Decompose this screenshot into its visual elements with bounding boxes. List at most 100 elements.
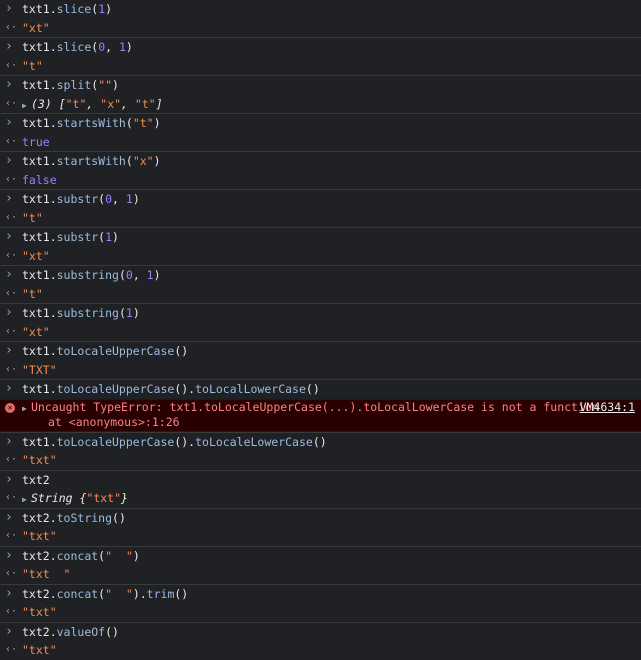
code-token: (). bbox=[174, 382, 196, 396]
console-input-line: › txt2.concat(" ") bbox=[0, 547, 641, 566]
code-token: 1 bbox=[125, 192, 133, 206]
code-token: ) bbox=[112, 230, 119, 244]
code-token: toLocaleUpperCase bbox=[56, 382, 175, 396]
expand-triangle-icon[interactable]: ▶ bbox=[22, 491, 31, 508]
code-token: txt1. bbox=[22, 344, 57, 358]
code-token: txt2 bbox=[22, 472, 50, 487]
code-token: ( bbox=[125, 116, 133, 130]
prompt-chevron-icon: › bbox=[5, 115, 13, 130]
prompt-chevron-icon: › bbox=[5, 381, 13, 396]
console-input-line: › txt1.toLocaleUpperCase().toLocalLowerCa… bbox=[0, 380, 641, 399]
error-stack-text: at <anonymous>:1:26 bbox=[48, 415, 180, 429]
code-token: "txt" bbox=[22, 643, 57, 657]
code-token: 1 bbox=[146, 268, 154, 282]
code-token: (). bbox=[174, 434, 196, 449]
error-source-link[interactable]: VM4634:1 bbox=[580, 400, 635, 416]
code-token: 1 bbox=[125, 306, 133, 320]
prompt-chevron-icon: › bbox=[5, 433, 13, 449]
code-token: startsWith bbox=[56, 116, 126, 130]
code-token: ( bbox=[118, 306, 126, 320]
code-token: , bbox=[105, 40, 119, 54]
code-token: "xt" bbox=[22, 20, 50, 35]
error-message-line: ✕ ▶ Uncaught TypeError: txt1.toLocaleUpper… bbox=[0, 400, 641, 416]
code-token: "x" bbox=[100, 96, 122, 111]
prompt-chevron-icon: › bbox=[5, 1, 13, 16]
result-arrow-icon: ‹· bbox=[5, 325, 18, 337]
prompt-chevron-icon: › bbox=[5, 153, 13, 168]
result-arrow-icon: ‹· bbox=[5, 644, 18, 655]
result-arrow-icon: ‹· bbox=[5, 568, 18, 579]
code-token: substring bbox=[56, 306, 119, 320]
code-token: "t" bbox=[65, 96, 87, 111]
code-token: "xt" bbox=[22, 324, 50, 339]
code-token: slice bbox=[56, 40, 92, 54]
result-arrow-icon: ‹· bbox=[5, 59, 18, 71]
console-result-line: ‹· "xt" bbox=[0, 19, 641, 38]
console-result-line: ‹· "xt" bbox=[0, 323, 641, 342]
code-token: 0 bbox=[125, 268, 133, 282]
code-token: (3) [ bbox=[31, 96, 66, 111]
error-stack-line: at <anonymous>:1:26 bbox=[0, 415, 641, 431]
console-result-line: ‹· false bbox=[0, 171, 641, 190]
result-arrow-icon: ‹· bbox=[5, 135, 18, 147]
error-circle-icon: ✕ bbox=[5, 402, 15, 413]
code-token: , bbox=[86, 96, 101, 111]
code-token: toLocaleUpperCase bbox=[56, 434, 175, 449]
console-entry: › txt1.slice(1) ‹· "xt" bbox=[0, 0, 641, 37]
prompt-chevron-icon: › bbox=[5, 623, 13, 639]
console-input-line: › txt1.substr(1) bbox=[0, 228, 641, 247]
code-token: "t" bbox=[22, 210, 43, 225]
code-token: , bbox=[132, 268, 147, 282]
code-token: txt1. bbox=[22, 116, 57, 130]
code-token: txt2. bbox=[22, 548, 57, 563]
console-entry: › txt1.toLocaleUpperCase().toLocaleLowerC… bbox=[0, 431, 641, 470]
console-entry: › txt2.concat(" ").trim() ‹· "txt" bbox=[0, 583, 641, 622]
expand-triangle-icon[interactable]: ▶ bbox=[22, 97, 31, 114]
console-entry: › txt1.startsWith("x") ‹· false bbox=[0, 151, 641, 189]
code-token: " " bbox=[105, 548, 133, 563]
prompt-chevron-icon: › bbox=[5, 39, 13, 54]
code-token: substr bbox=[56, 192, 99, 206]
prompt-chevron-icon: › bbox=[5, 229, 13, 244]
console-result-line: ‹· "txt " bbox=[0, 565, 641, 584]
code-token: toLocaleUpperCase bbox=[56, 344, 175, 358]
code-token: startsWith bbox=[56, 154, 126, 168]
code-token: concat bbox=[56, 586, 99, 601]
result-arrow-icon: ‹· bbox=[5, 492, 18, 503]
code-token: 0 bbox=[105, 192, 113, 206]
code-token: , bbox=[121, 96, 135, 111]
code-token: txt2. bbox=[22, 586, 57, 601]
console-result-line: ‹· "t" bbox=[0, 209, 641, 228]
console-entry: › txt1.slice(0, 1) ‹· "t" bbox=[0, 37, 641, 75]
code-token: ) bbox=[153, 116, 161, 130]
console-entry: › txt1.substr(1) ‹· "xt" bbox=[0, 227, 641, 265]
code-token: "txt" bbox=[86, 491, 122, 505]
console-result-line: ‹· "t" bbox=[0, 285, 641, 304]
code-token: txt1. bbox=[22, 306, 57, 320]
result-arrow-icon: ‹· bbox=[5, 211, 18, 223]
console-input-line: › txt1.toLocaleUpperCase().toLocaleLowerC… bbox=[0, 433, 641, 452]
result-arrow-icon: ‹· bbox=[5, 287, 18, 299]
code-token: ) bbox=[105, 2, 113, 16]
code-token: () bbox=[312, 434, 327, 449]
console-result-line: ‹· "txt" bbox=[0, 641, 641, 660]
code-token: "t" bbox=[134, 96, 156, 111]
code-token: "x" bbox=[132, 154, 154, 168]
console-input-line: › txt2.concat(" ").trim() bbox=[0, 585, 641, 604]
code-token: ) bbox=[132, 306, 140, 320]
code-token: txt1. bbox=[22, 2, 57, 16]
prompt-chevron-icon: › bbox=[5, 267, 13, 282]
expand-triangle-icon[interactable]: ▶ bbox=[22, 401, 31, 416]
prompt-chevron-icon: › bbox=[5, 471, 13, 487]
code-token: toString bbox=[56, 510, 113, 525]
code-token: concat bbox=[56, 548, 99, 563]
console-input-line: › txt1.substr(0, 1) bbox=[0, 190, 641, 209]
code-token: String { bbox=[31, 491, 87, 505]
console-input-line: › txt2.toString() bbox=[0, 509, 641, 528]
code-token: ( bbox=[118, 268, 126, 282]
console-entry: › txt2 ‹· ▶ String {"txt"} bbox=[0, 469, 641, 508]
prompt-chevron-icon: › bbox=[5, 585, 13, 601]
code-token: ) bbox=[112, 78, 119, 92]
code-token: toLocaleLowerCase bbox=[195, 434, 313, 449]
console-error-entry: ✕ ▶ Uncaught TypeError: txt1.toLocaleUpper… bbox=[0, 398, 641, 432]
